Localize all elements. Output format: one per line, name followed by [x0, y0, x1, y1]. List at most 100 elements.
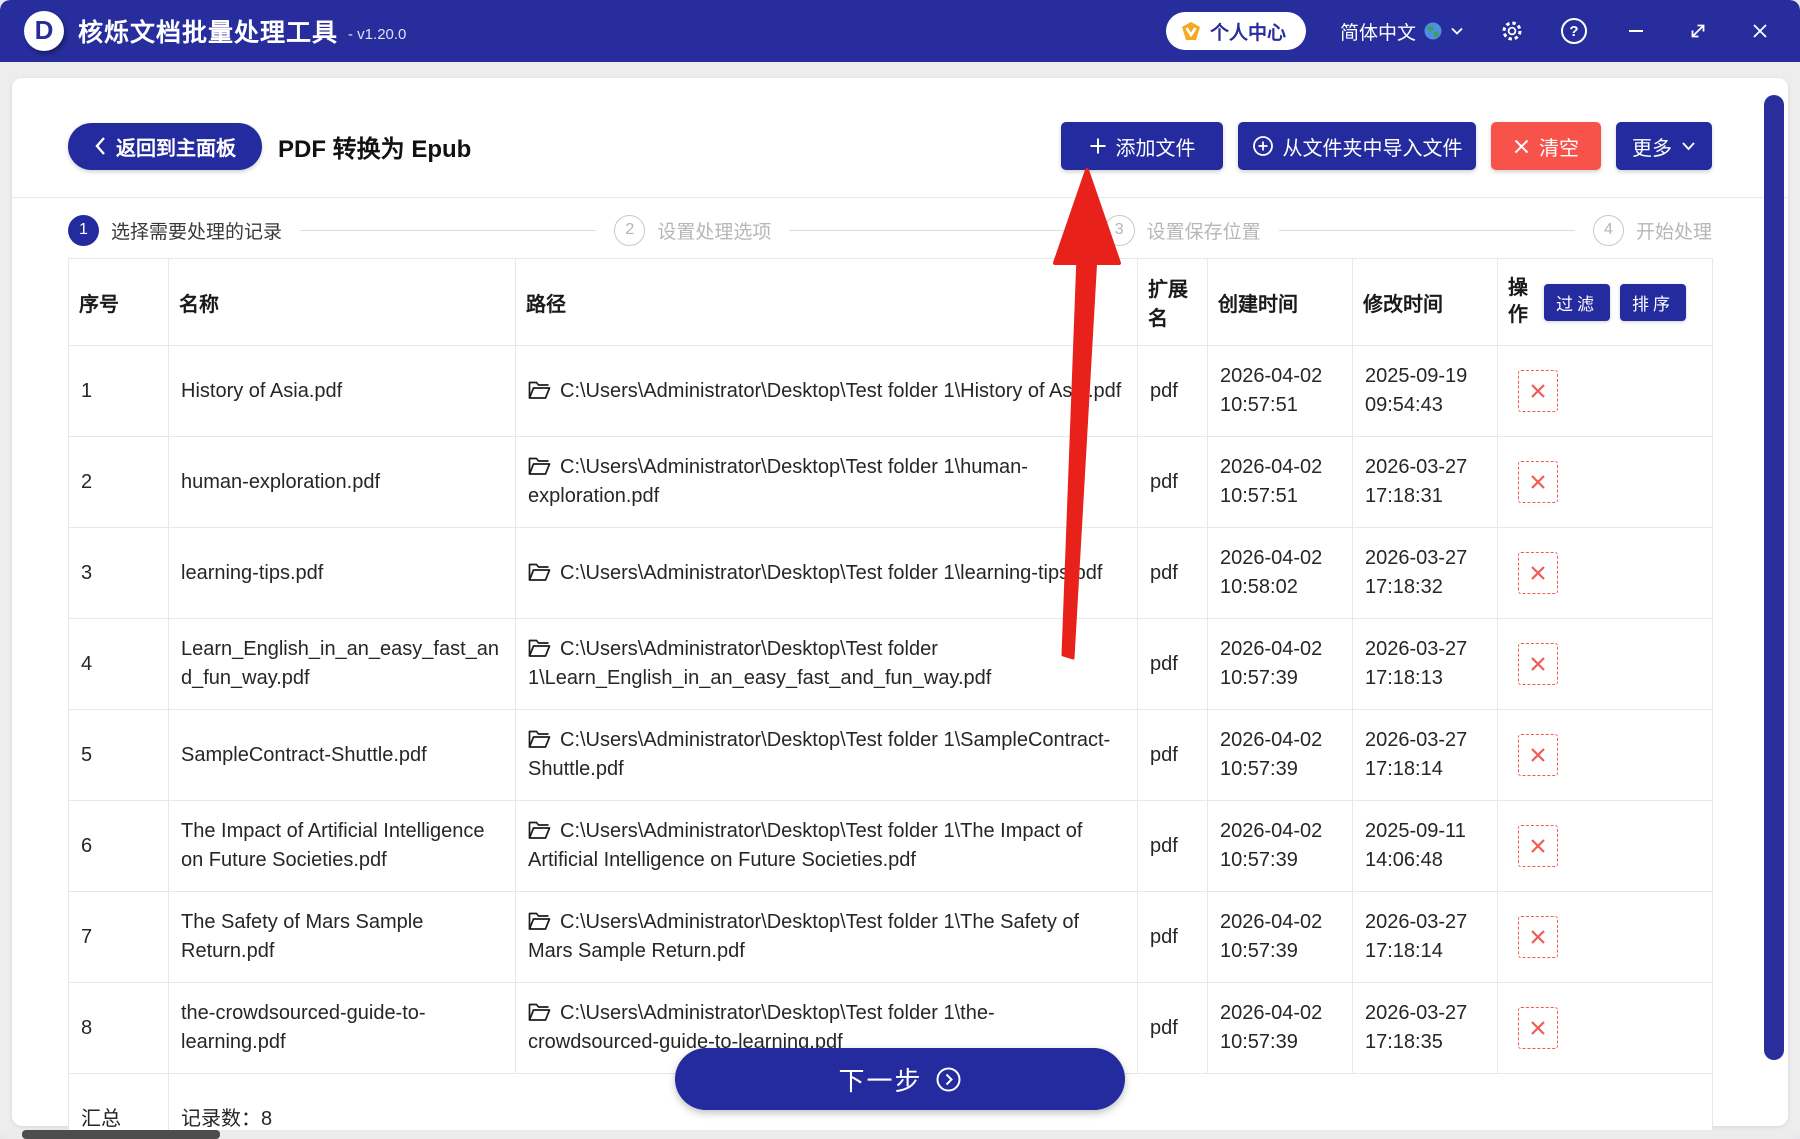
delete-row-button[interactable] [1518, 461, 1558, 503]
minimize-icon [1627, 22, 1645, 40]
file-ext: pdf [1138, 801, 1208, 892]
created-cell: 2026-04-02 10:57:39 [1208, 892, 1353, 983]
action-cell [1498, 892, 1713, 983]
file-ext: pdf [1138, 710, 1208, 801]
back-label: 返回到主面板 [116, 132, 236, 161]
action-cell [1498, 983, 1713, 1074]
created-time: 10:57:39 [1220, 664, 1340, 693]
back-to-dashboard-button[interactable]: 返回到主面板 [68, 123, 262, 170]
modified-time: 09:54:43 [1365, 391, 1485, 420]
header-action: 操作 过滤 排序 [1498, 259, 1713, 346]
horizontal-scrollbar-track [0, 1130, 1800, 1139]
table-row: 5 SampleContract-Shuttle.pdf C:\Users\Ad… [69, 710, 1713, 801]
page-title: PDF 转换为 Epub [278, 129, 471, 164]
file-name: The Impact of Artificial Intelligence on… [169, 801, 516, 892]
delete-row-button[interactable] [1518, 1007, 1558, 1049]
action-cell [1498, 801, 1713, 892]
modified-cell: 2025-09-19 09:54:43 [1353, 346, 1498, 437]
file-path: C:\Users\Administrator\Desktop\Test fold… [528, 456, 1028, 507]
add-files-button[interactable]: 添加文件 [1061, 122, 1223, 170]
folder-icon [528, 730, 551, 749]
file-path: C:\Users\Administrator\Desktop\Test fold… [560, 380, 1121, 402]
created-cell: 2026-04-02 10:57:39 [1208, 801, 1353, 892]
action-cell [1498, 710, 1713, 801]
step-1-select-records: 1 选择需要处理的记录 [68, 215, 282, 246]
step-1-label: 选择需要处理的记录 [111, 217, 282, 244]
header-modified: 修改时间 [1353, 259, 1498, 346]
sort-button[interactable]: 排序 [1620, 284, 1686, 321]
horizontal-scrollbar-thumb[interactable] [22, 1130, 220, 1139]
delete-row-button[interactable] [1518, 643, 1558, 685]
folder-icon [528, 912, 551, 931]
file-path-cell: C:\Users\Administrator\Desktop\Test fold… [516, 619, 1138, 710]
file-path: C:\Users\Administrator\Desktop\Test fold… [528, 729, 1110, 780]
file-path-cell: C:\Users\Administrator\Desktop\Test fold… [516, 892, 1138, 983]
action-cell [1498, 437, 1713, 528]
row-index: 6 [69, 801, 169, 892]
close-button[interactable] [1746, 17, 1774, 45]
language-label: 简体中文 [1340, 18, 1416, 45]
delete-row-button[interactable] [1518, 825, 1558, 867]
filter-button[interactable]: 过滤 [1544, 284, 1610, 321]
table-body: 1 History of Asia.pdf C:\Users\Administr… [69, 346, 1713, 1074]
modified-time: 14:06:48 [1365, 846, 1485, 875]
file-name: History of Asia.pdf [169, 346, 516, 437]
delete-row-button[interactable] [1518, 370, 1558, 412]
gear-icon [1500, 19, 1524, 43]
settings-button[interactable] [1498, 17, 1526, 45]
clear-button[interactable]: 清空 [1491, 122, 1601, 170]
app-window: D 核烁文档批量处理工具 - v1.20.0 个人中心 简体中文 [0, 0, 1800, 1139]
more-button[interactable]: 更多 [1616, 122, 1712, 170]
circle-plus-icon [1252, 135, 1274, 157]
file-ext: pdf [1138, 528, 1208, 619]
delete-row-button[interactable] [1518, 552, 1558, 594]
created-cell: 2026-04-02 10:58:02 [1208, 528, 1353, 619]
folder-icon [528, 639, 551, 658]
step-connector [789, 230, 1085, 231]
file-ext: pdf [1138, 619, 1208, 710]
created-date: 2026-04-02 [1220, 908, 1340, 937]
row-index: 7 [69, 892, 169, 983]
table-row: 3 learning-tips.pdf C:\Users\Administrat… [69, 528, 1713, 619]
row-index: 8 [69, 983, 169, 1074]
language-selector[interactable]: 简体中文 [1340, 18, 1464, 45]
header-path: 路径 [516, 259, 1138, 346]
delete-row-button[interactable] [1518, 916, 1558, 958]
created-date: 2026-04-02 [1220, 362, 1340, 391]
next-step-button[interactable]: 下一步 [675, 1048, 1125, 1110]
import-from-folder-label: 从文件夹中导入文件 [1283, 132, 1463, 161]
import-from-folder-button[interactable]: 从文件夹中导入文件 [1238, 122, 1476, 170]
help-button[interactable]: ? [1560, 17, 1588, 45]
logo-letter: D [35, 15, 54, 46]
header-action-label: 操作 [1508, 275, 1534, 329]
titlebar: D 核烁文档批量处理工具 - v1.20.0 个人中心 简体中文 [0, 0, 1800, 62]
delete-row-button[interactable] [1518, 734, 1558, 776]
expand-icon [1688, 21, 1708, 41]
modified-cell: 2025-09-11 14:06:48 [1353, 801, 1498, 892]
vertical-scrollbar[interactable] [1764, 95, 1784, 1060]
created-date: 2026-04-02 [1220, 726, 1340, 755]
user-center-button[interactable]: 个人中心 [1166, 12, 1306, 50]
action-cell [1498, 619, 1713, 710]
delete-x-icon [1528, 836, 1548, 856]
maximize-button[interactable] [1684, 17, 1712, 45]
file-ext: pdf [1138, 983, 1208, 1074]
modified-time: 17:18:14 [1365, 937, 1485, 966]
table-header-row: 序号 名称 路径 扩展名 创建时间 修改时间 操作 过滤 排序 [69, 259, 1713, 346]
step-2-options: 2 设置处理选项 [614, 215, 771, 246]
step-3-save-location: 3 设置保存位置 [1104, 215, 1261, 246]
modified-date: 2026-03-27 [1365, 635, 1485, 664]
step-indicator: 1 选择需要处理的记录 2 设置处理选项 3 设置保存位置 4 开始处理 [68, 212, 1712, 248]
toolbar: 返回到主面板 PDF 转换为 Epub 添加文件 从文件夹中导入文件 [68, 122, 1712, 170]
file-name: human-exploration.pdf [169, 437, 516, 528]
app-title: 核烁文档批量处理工具 [78, 13, 338, 49]
created-time: 10:57:39 [1220, 1028, 1340, 1057]
modified-cell: 2026-03-27 17:18:35 [1353, 983, 1498, 1074]
minimize-button[interactable] [1622, 17, 1650, 45]
header-ext: 扩展名 [1138, 259, 1208, 346]
modified-cell: 2026-03-27 17:18:31 [1353, 437, 1498, 528]
created-time: 10:57:39 [1220, 846, 1340, 875]
clear-label: 清空 [1539, 132, 1579, 161]
file-path: C:\Users\Administrator\Desktop\Test fold… [528, 820, 1082, 871]
file-path-cell: C:\Users\Administrator\Desktop\Test fold… [516, 801, 1138, 892]
